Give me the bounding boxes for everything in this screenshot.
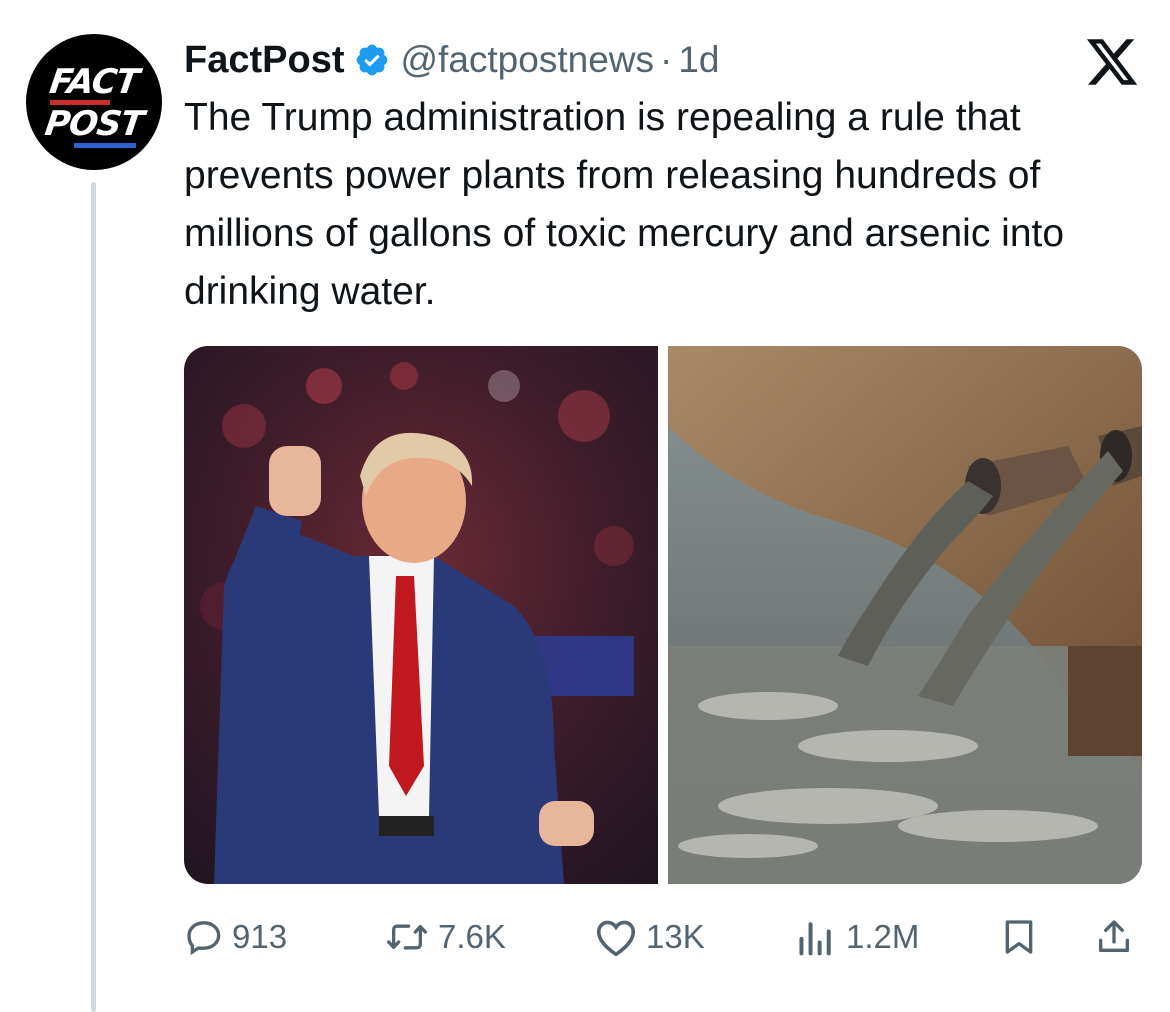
repost-button[interactable]: 7.6K xyxy=(384,912,506,962)
reply-button[interactable]: 913 xyxy=(184,912,287,962)
views-chart-icon xyxy=(799,922,831,956)
tweet-actions: 913 7.6K 13K 1.2M xyxy=(184,912,1144,962)
repost-icon xyxy=(386,924,427,950)
share-icon xyxy=(1099,920,1129,952)
photo-pipes-discharging-water[interactable] xyxy=(668,346,1142,884)
tweet-text: The Trump administration is repealing a … xyxy=(184,96,1065,313)
tweet-timestamp[interactable]: 1d xyxy=(678,39,719,81)
share-button[interactable] xyxy=(1094,912,1134,962)
author-handle[interactable]: @factpostnews xyxy=(400,39,654,81)
bookmark-icon xyxy=(1005,920,1033,954)
tweet-header: FactPost @factpostnews · 1d xyxy=(184,34,719,86)
media-divider xyxy=(658,346,668,884)
avatar-logo-line2: POST xyxy=(42,104,146,144)
verified-badge-icon xyxy=(357,44,388,76)
bookmark-button[interactable] xyxy=(999,912,1039,962)
reply-count: 913 xyxy=(232,918,288,955)
right-photo-illustration xyxy=(668,346,1142,884)
x-logo-icon xyxy=(1086,39,1138,85)
photo-speaker-raised-fist[interactable] xyxy=(184,346,658,884)
thread-line xyxy=(91,182,96,1012)
like-button[interactable]: 13K xyxy=(594,912,705,962)
views-button[interactable]: 1.2M xyxy=(794,912,919,962)
tweet-media[interactable] xyxy=(184,346,1142,884)
heart-icon xyxy=(596,920,636,957)
meta-separator: · xyxy=(660,39,673,80)
avatar-logo-line1: FACT xyxy=(47,62,141,102)
left-photo-illustration xyxy=(184,346,658,884)
like-count: 13K xyxy=(646,918,705,955)
author-avatar[interactable]: FACT POST xyxy=(26,34,162,170)
repost-count: 7.6K xyxy=(438,918,506,955)
reply-icon xyxy=(187,921,221,956)
author-name[interactable]: FactPost xyxy=(184,39,344,82)
views-count: 1.2M xyxy=(846,918,920,955)
